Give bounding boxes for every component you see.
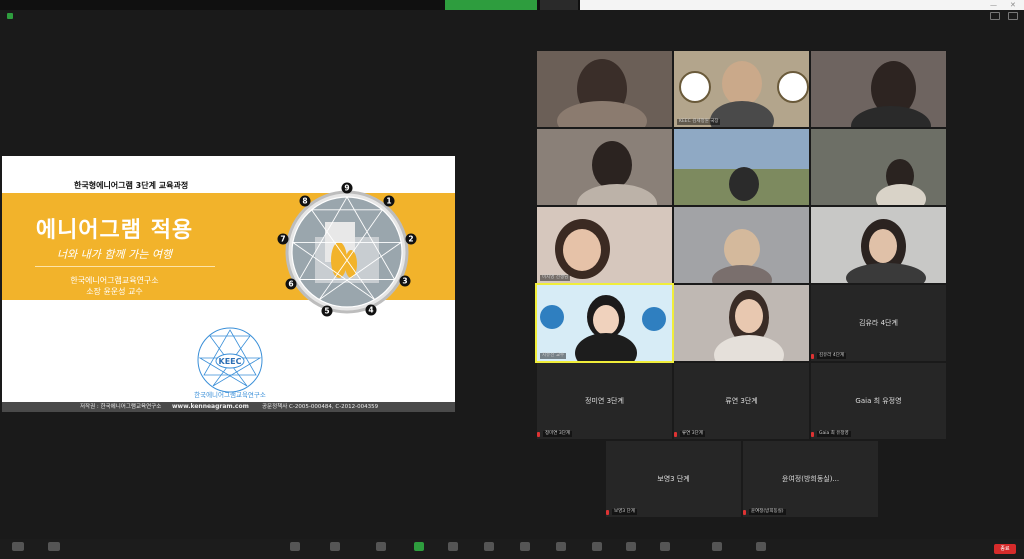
point-7: 7: [277, 233, 289, 245]
slide-footer: 저작권 : 한국에니어그램교육연구소 www.kenneagram.com 공문…: [2, 402, 455, 412]
mic-muted-icon: [606, 510, 609, 515]
svg-text:1: 1: [386, 197, 391, 206]
participant-tile[interactable]: Gaia 최 유정영 Gaia 최 유정영: [811, 363, 946, 439]
point-2: 2: [405, 233, 417, 245]
svg-text:7: 7: [280, 235, 285, 244]
svg-text:4: 4: [368, 306, 373, 315]
more-icon[interactable]: [660, 542, 670, 551]
point-3: 3: [399, 275, 411, 287]
svg-text:2: 2: [408, 235, 413, 244]
video-icon[interactable]: [48, 542, 60, 551]
point-8: 8: [299, 195, 311, 207]
title-bar-right: [580, 0, 1024, 10]
fullscreen-icon[interactable]: [1008, 12, 1018, 20]
security-icon[interactable]: [7, 13, 13, 19]
breakout-rooms-icon[interactable]: [484, 542, 494, 551]
point-5: 5: [321, 305, 333, 317]
slide-title: 에니어그램 적용: [35, 218, 194, 243]
whiteboard-icon[interactable]: [592, 542, 602, 551]
enneagram-diagram: 9 1 2 3 4 5 6 7 8: [277, 182, 417, 317]
end-meeting-button[interactable]: 종료: [994, 544, 1016, 554]
view-button[interactable]: [540, 0, 578, 10]
presenter-name: 소장 윤운성 교수: [86, 287, 143, 296]
point-4: 4: [365, 304, 377, 316]
view-options-button[interactable]: [445, 0, 537, 10]
chat-icon[interactable]: [376, 542, 386, 551]
mute-icon[interactable]: [12, 542, 24, 551]
notes-icon[interactable]: [626, 542, 636, 551]
slide-subtitle: 너와 내가 함께 가는 여행: [56, 248, 173, 261]
mic-muted-icon: [674, 432, 677, 437]
apps-icon[interactable]: [556, 542, 566, 551]
participant-tile[interactable]: 류연 3단계 류연 3단계: [674, 363, 809, 439]
participant-tile-host[interactable]: KEEC 김세정원 국장: [674, 51, 809, 127]
mic-muted-icon: [811, 354, 814, 359]
mic-muted-icon: [743, 510, 746, 515]
keec-logo: KEEC 한국에니어그램교육연구소: [194, 327, 266, 399]
institute-name: 한국에니어그램교육연구소: [70, 276, 159, 285]
point-1: 1: [383, 195, 395, 207]
participant-tile[interactable]: 정미연 3단계 정미연 3단계: [537, 363, 672, 439]
gallery-view-icon[interactable]: [990, 12, 1000, 20]
footer-copyright: 저작권 : 한국에니어그램교육연구소: [80, 404, 162, 410]
participant-tile-active-speaker[interactable]: 지유선 교수: [535, 283, 674, 363]
minimize-icon[interactable]: —: [990, 0, 997, 10]
svg-text:6: 6: [288, 280, 293, 289]
mic-muted-icon: [537, 432, 540, 437]
participant-tile[interactable]: 이지영 선생님: [537, 207, 672, 283]
divider: [35, 266, 215, 267]
footer-registration: 공문정책사 C-2005-000484, C-2012-004359: [262, 404, 379, 410]
svg-text:한국에니어그램교육연구소: 한국에니어그램교육연구소: [194, 390, 266, 399]
participant-tile[interactable]: [537, 51, 672, 127]
participant-tile[interactable]: [811, 51, 946, 127]
captions-icon[interactable]: [712, 542, 722, 551]
close-icon[interactable]: ✕: [1010, 0, 1016, 10]
point-6: 6: [285, 278, 297, 290]
settings-icon[interactable]: [756, 542, 766, 551]
participant-tile[interactable]: [674, 285, 809, 361]
participant-tile[interactable]: [811, 129, 946, 205]
participant-tile[interactable]: [674, 129, 809, 205]
participant-tile[interactable]: [537, 129, 672, 205]
participant-tile[interactable]: [811, 207, 946, 283]
svg-text:8: 8: [302, 197, 307, 206]
participant-tile[interactable]: 윤여정(방희동실)... 윤여정(방희동실): [743, 441, 878, 517]
footer-url: www.kenneagram.com: [172, 403, 249, 410]
participant-tile[interactable]: [674, 207, 809, 283]
mic-muted-icon: [811, 432, 814, 437]
participant-tile[interactable]: 김유라 4단계 김유라 4단계: [811, 285, 946, 361]
meeting-toolbar: 종료: [0, 539, 1024, 559]
security-button[interactable]: [290, 542, 300, 551]
course-title: 한국형에니어그램 3단계 교육과정: [74, 181, 189, 190]
view-icons: [990, 12, 1018, 20]
svg-text:5: 5: [324, 307, 329, 316]
svg-text:9: 9: [344, 184, 349, 193]
svg-text:KEEC: KEEC: [219, 357, 242, 366]
record-icon[interactable]: [448, 542, 458, 551]
participants-icon[interactable]: [330, 542, 340, 551]
reactions-icon[interactable]: [520, 542, 530, 551]
participant-tile[interactable]: 보영3 단계 보영3 단계: [606, 441, 741, 517]
point-9: 9: [341, 182, 353, 194]
title-bar: — ✕: [0, 0, 1024, 10]
svg-text:3: 3: [402, 277, 407, 286]
share-screen-icon[interactable]: [414, 542, 424, 551]
